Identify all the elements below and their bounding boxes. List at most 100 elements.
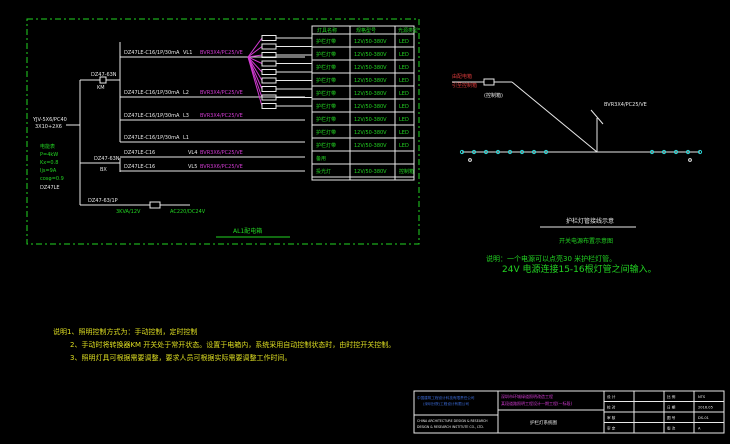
lamp-table-header-spec: 规格型号 bbox=[356, 27, 376, 34]
meter-label: 电能表 bbox=[40, 143, 55, 150]
circuit-id: VL4 bbox=[188, 150, 197, 156]
circuit-breaker: DZ47LE-C16/1P/30mA bbox=[124, 135, 180, 141]
title-block: 中国建筑工程设计科技有限责任公司 (深圳分院)工程设计有限公司 CHINA AR… bbox=[413, 390, 725, 434]
lamp-table-cell: LED bbox=[399, 104, 409, 110]
title-meta-label: 图 号 bbox=[667, 415, 676, 420]
bx-label: BX bbox=[100, 167, 107, 173]
lamp-terminal bbox=[261, 86, 277, 92]
lamp-table-cell: LED bbox=[399, 130, 409, 136]
lamp-table-cell: 控制箱 bbox=[399, 168, 414, 175]
lamp-table-cell: LED bbox=[399, 91, 409, 97]
circuit-breaker: DZ47LE-C16/1P/30mA bbox=[124, 113, 180, 119]
circuit-row: DZ47LE-C16/1P/30mA L3 BVR3X4/PC25/VE bbox=[120, 113, 305, 121]
org-line-2: (深圳分院)工程设计有限公司 bbox=[423, 401, 469, 406]
lamp-tube-node bbox=[688, 158, 692, 162]
lamp-table-cell: LED bbox=[399, 78, 409, 84]
incoming-cable-spec: 3X10+2X6 bbox=[35, 124, 62, 130]
lamp-table-cell: 护栏灯带 bbox=[316, 116, 336, 123]
circuit-row: DZ47LE-C16/1P/30mA L1 bbox=[120, 135, 305, 143]
circuit-cable: BVR3X6/PC25/VE bbox=[200, 150, 243, 156]
title-field-label: 审 核 bbox=[607, 415, 616, 420]
title-field-label: 审 定 bbox=[607, 426, 616, 431]
lamp-table-header-name: 灯具名称 bbox=[317, 27, 337, 34]
lamp-table-cell: LED bbox=[399, 143, 409, 149]
lamp-table-cell: 12V/50-380V bbox=[354, 169, 387, 175]
svg-text:Ijs=9A: Ijs=9A bbox=[40, 168, 57, 174]
lamp-table-cell: 护栏灯带 bbox=[316, 51, 336, 58]
lamp-table-cell: 12V/50-380V bbox=[354, 143, 387, 149]
right-note-1: 说明：一个电源可以点亮30 米护栏灯管。 bbox=[486, 254, 616, 263]
svg-text:DZ47-63N: DZ47-63N bbox=[94, 156, 120, 162]
circuit-breaker: DZ47LE-C16/1P/30mA bbox=[124, 90, 180, 96]
org-line-4: DESIGN & RESEARCH INSTITUTE CO., LTD. bbox=[417, 425, 484, 429]
drawing-name: 护栏灯系统图 bbox=[530, 419, 557, 426]
wiring-subtitle: 开关电源布置示意图 bbox=[559, 237, 613, 245]
lamp-table-cell: 12V/50-380V bbox=[354, 104, 387, 110]
title-meta-label: 版 次 bbox=[667, 426, 676, 431]
lamp-table-cell: 12V/50-380V bbox=[354, 130, 387, 136]
lamp-table-header-type: 光源类型 bbox=[398, 27, 418, 34]
circuit-breaker: DZ47LE-C16 bbox=[124, 150, 155, 156]
org-line-3: CHINA ARCHITECTURE DESIGN & RESEARCH bbox=[417, 419, 488, 423]
circuit-breaker: DZ47LE-C16/1P/30mA bbox=[124, 50, 180, 56]
lamp-table-cell: LED bbox=[399, 65, 409, 71]
right-cable-label: BVR3X4/PC25/VE bbox=[604, 102, 647, 108]
lamp-table: 灯具名称 规格型号 光源类型 护栏灯带 12V/50-380V LED 护栏灯带 12V… bbox=[311, 25, 418, 181]
source-label-2: 引至控制箱 bbox=[452, 82, 477, 89]
lamp-table-cell: 护栏灯带 bbox=[316, 142, 336, 149]
lamp-table-cell: LED bbox=[399, 39, 409, 45]
lamp-terminal bbox=[261, 35, 277, 41]
source-feed: 由配电箱 引至控制箱 (控制箱) BVR3X4/PC25/VE bbox=[452, 73, 647, 153]
title-field-label: 校 对 bbox=[607, 405, 616, 410]
wiring-box-title: 护栏灯管接线示意 bbox=[566, 217, 614, 225]
circuit-id: L1 bbox=[183, 135, 189, 141]
transformer-spec: AC220/DC24V bbox=[170, 209, 206, 215]
svg-text:cosφ=0.9: cosφ=0.9 bbox=[40, 176, 64, 182]
lamp-table-cell: 投光灯 bbox=[316, 168, 331, 175]
circuit-breaker: DZ47LE-C16 bbox=[124, 164, 155, 170]
svg-text:DZ47-63/1P: DZ47-63/1P bbox=[88, 198, 118, 204]
lamp-terminal bbox=[261, 77, 277, 84]
project-line-2: 某段道路照明工程设计一期工程(一标段) bbox=[501, 400, 573, 406]
circuit-cable: BVR3X4/PC25/VE bbox=[200, 113, 243, 119]
circuit-row: DZ47LE-C16/1P/30mA L2 BVR3X4/PC25/VE bbox=[120, 90, 305, 98]
title-meta-label: 比 例 bbox=[667, 394, 676, 399]
lamp-table-cell: 12V/50-380V bbox=[354, 52, 387, 58]
circuit-cable: BVR3X4/PC25/VE bbox=[200, 90, 243, 96]
circuit-row: DZ47LE-C16 VL4 BVR3X6/PC25/VE bbox=[120, 150, 305, 158]
lamp-table-cell: 护栏灯带 bbox=[316, 90, 336, 97]
lamp-table-cell: 备用 bbox=[316, 155, 326, 162]
cad-drawing-canvas: YJV-5X6/PC40 3X10+2X6 电能表 P=4kW Kx=0.8 I… bbox=[26, 18, 725, 434]
note-line-2: 2、手动时将转换器KM 开关处于常开状态。设置于电箱内，系统采用自动控制状态时，… bbox=[70, 340, 395, 349]
transformer-label: 3KVA/12V bbox=[116, 209, 141, 215]
incoming-supply: YJV-5X6/PC40 3X10+2X6 电能表 P=4kW Kx=0.8 I… bbox=[32, 117, 80, 191]
meter-factor: Kx=0.8 bbox=[40, 160, 58, 166]
note-line-1: 说明1、照明控制方式为：手动控制，定时控制 bbox=[53, 327, 197, 336]
circuit-id: L2 bbox=[183, 90, 189, 96]
lamp-terminal bbox=[261, 43, 277, 50]
title-meta-label: 日 期 bbox=[667, 405, 676, 410]
lamp-table-cell: 护栏灯带 bbox=[316, 103, 336, 110]
lamp-table-cell: 12V/50-380V bbox=[354, 39, 387, 45]
lamp-terminal bbox=[261, 69, 277, 75]
project-line-1: 深圳市环城绿道照明改造工程 bbox=[501, 393, 553, 399]
org-line-1: 中国建筑工程设计科技有限责任公司 bbox=[417, 395, 475, 400]
incoming-cable-label: YJV-5X6/PC40 bbox=[32, 117, 67, 123]
circuit-row: DZ47LE-C16/1P/30mA VL1 BVR3X4/PC25/VE bbox=[120, 50, 305, 58]
circuit-id: VL5 bbox=[188, 164, 197, 170]
note-line-3: 3、照明灯具可根据需要调整，要求人员可根据实际需要调整工作时间。 bbox=[70, 353, 291, 362]
meter-power: P=4kW bbox=[40, 152, 58, 158]
circuit-id: VL1 bbox=[183, 50, 192, 56]
panel-title: AL1配电箱 bbox=[233, 227, 262, 235]
title-field-label: 设 计 bbox=[607, 394, 616, 399]
lamp-table-cell: 12V/50-380V bbox=[354, 117, 387, 123]
right-note-2: 24V 电源连接15-16根灯管之间输入。 bbox=[502, 263, 657, 275]
title-meta-value: A bbox=[698, 427, 701, 431]
km-label: KM bbox=[97, 85, 105, 91]
lamp-terminal bbox=[261, 60, 277, 67]
svg-text:DZ47LE: DZ47LE bbox=[40, 185, 60, 191]
source-label-1: 由配电箱 bbox=[452, 73, 472, 80]
title-meta-value: NTS bbox=[698, 395, 706, 399]
lamp-table-cell: LED bbox=[399, 117, 409, 123]
lamp-table-cell: LED bbox=[399, 52, 409, 58]
